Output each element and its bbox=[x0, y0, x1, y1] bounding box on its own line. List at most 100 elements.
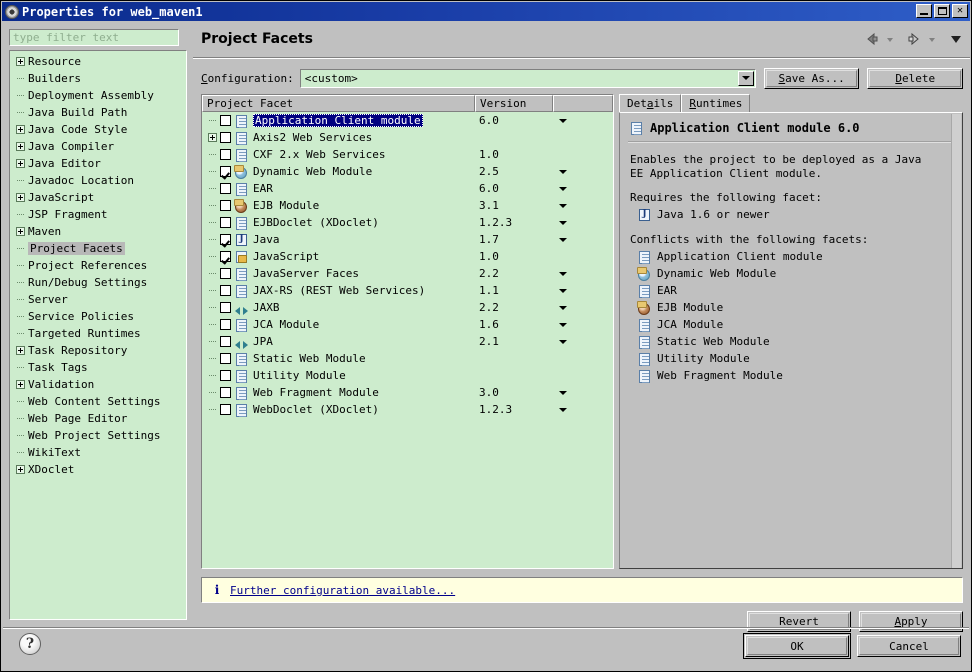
facet-version-cell[interactable]: 1.7 bbox=[475, 233, 553, 246]
sidebar-item-java-build-path[interactable]: Java Build Path bbox=[10, 104, 186, 121]
sidebar-item-java-code-style[interactable]: Java Code Style bbox=[10, 121, 186, 138]
expand-icon[interactable] bbox=[16, 125, 25, 134]
back-arrow-icon[interactable] bbox=[864, 31, 880, 47]
facet-version-cell[interactable]: 3.1 bbox=[475, 199, 553, 212]
facet-checkbox[interactable] bbox=[220, 404, 231, 415]
table-row[interactable]: JAX-RS (REST Web Services) 1.1 bbox=[202, 282, 613, 299]
help-button[interactable]: ? bbox=[19, 633, 41, 655]
facet-checkbox[interactable] bbox=[220, 251, 231, 262]
facet-version-menu-cell[interactable] bbox=[553, 118, 593, 123]
table-row[interactable]: JavaScript 1.0 bbox=[202, 248, 613, 265]
table-row[interactable]: EJBDoclet (XDoclet) 1.2.3 bbox=[202, 214, 613, 231]
close-button[interactable]: ✕ bbox=[952, 4, 968, 18]
facet-version-menu-cell[interactable] bbox=[553, 407, 593, 412]
facet-checkbox[interactable] bbox=[220, 132, 231, 143]
table-row[interactable]: CXF 2.x Web Services 1.0 bbox=[202, 146, 613, 163]
table-row[interactable]: Application Client module 6.0 bbox=[202, 112, 613, 129]
facet-checkbox[interactable] bbox=[220, 285, 231, 296]
facet-version-cell[interactable]: 6.0 bbox=[475, 114, 553, 127]
sidebar-item-wikitext[interactable]: WikiText bbox=[10, 444, 186, 461]
sidebar-item-java-compiler[interactable]: Java Compiler bbox=[10, 138, 186, 155]
expand-icon[interactable] bbox=[16, 465, 25, 474]
facet-version-cell[interactable]: 1.0 bbox=[475, 148, 553, 161]
cancel-button[interactable]: Cancel bbox=[857, 635, 961, 657]
sidebar-item-resource[interactable]: Resource bbox=[10, 53, 186, 70]
facet-version-menu-cell[interactable] bbox=[553, 322, 593, 327]
facet-checkbox[interactable] bbox=[220, 370, 231, 381]
sidebar-item-javadoc-location[interactable]: Javadoc Location bbox=[10, 172, 186, 189]
chevron-down-icon[interactable] bbox=[559, 288, 567, 293]
facet-checkbox[interactable] bbox=[220, 387, 231, 398]
chevron-down-icon[interactable] bbox=[559, 339, 567, 344]
facet-checkbox[interactable] bbox=[220, 166, 231, 177]
facet-version-cell[interactable]: 1.0 bbox=[475, 250, 553, 263]
sidebar-item-java-editor[interactable]: Java Editor bbox=[10, 155, 186, 172]
table-row[interactable]: EJB Module 3.1 bbox=[202, 197, 613, 214]
expand-icon[interactable] bbox=[16, 227, 25, 236]
facet-checkbox[interactable] bbox=[220, 183, 231, 194]
expand-icon[interactable] bbox=[16, 159, 25, 168]
expand-icon[interactable] bbox=[16, 346, 25, 355]
expand-icon[interactable] bbox=[208, 133, 217, 142]
filter-input[interactable]: type filter text bbox=[9, 29, 179, 46]
table-row[interactable]: WebDoclet (XDoclet) 1.2.3 bbox=[202, 401, 613, 418]
facet-checkbox[interactable] bbox=[220, 149, 231, 160]
sidebar-item-project-references[interactable]: Project References bbox=[10, 257, 186, 274]
chevron-down-icon[interactable] bbox=[559, 169, 567, 174]
sidebar-item-jsp-fragment[interactable]: JSP Fragment bbox=[10, 206, 186, 223]
column-header-blank[interactable] bbox=[553, 95, 613, 112]
delete-button[interactable]: Delete bbox=[867, 67, 963, 89]
chevron-down-icon[interactable] bbox=[559, 237, 567, 242]
further-configuration-link[interactable]: Further configuration available... bbox=[230, 584, 455, 597]
column-header-project-facet[interactable]: Project Facet bbox=[202, 95, 475, 112]
facet-checkbox[interactable] bbox=[220, 336, 231, 347]
sidebar-item-service-policies[interactable]: Service Policies bbox=[10, 308, 186, 325]
facet-checkbox[interactable] bbox=[220, 115, 231, 126]
chevron-down-icon[interactable] bbox=[559, 220, 567, 225]
expand-icon[interactable] bbox=[16, 380, 25, 389]
sidebar-item-run-debug-settings[interactable]: Run/Debug Settings bbox=[10, 274, 186, 291]
facet-version-menu-cell[interactable] bbox=[553, 237, 593, 242]
back-menu-chevron-down-icon[interactable] bbox=[885, 31, 901, 47]
sidebar-item-server[interactable]: Server bbox=[10, 291, 186, 308]
facet-checkbox[interactable] bbox=[220, 200, 231, 211]
view-menu-triangle-icon[interactable] bbox=[948, 31, 964, 47]
tab-details[interactable]: Details bbox=[619, 94, 682, 112]
chevron-down-icon[interactable] bbox=[559, 118, 567, 123]
table-row[interactable]: JCA Module 1.6 bbox=[202, 316, 613, 333]
sidebar-item-deployment-assembly[interactable]: Deployment Assembly bbox=[10, 87, 186, 104]
details-scrollbar[interactable] bbox=[951, 114, 961, 568]
table-row[interactable]: Static Web Module bbox=[202, 350, 613, 367]
save-as-button[interactable]: Save As... bbox=[763, 67, 860, 89]
facet-version-cell[interactable]: 2.5 bbox=[475, 165, 553, 178]
sidebar-item-validation[interactable]: Validation bbox=[10, 376, 186, 393]
facet-version-menu-cell[interactable] bbox=[553, 169, 593, 174]
chevron-down-icon[interactable] bbox=[559, 271, 567, 276]
column-header-version[interactable]: Version bbox=[475, 95, 553, 112]
sidebar-item-maven[interactable]: Maven bbox=[10, 223, 186, 240]
sidebar-item-xdoclet[interactable]: XDoclet bbox=[10, 461, 186, 478]
chevron-down-icon[interactable] bbox=[559, 322, 567, 327]
minimize-button[interactable] bbox=[916, 4, 932, 18]
sidebar-item-web-project-settings[interactable]: Web Project Settings bbox=[10, 427, 186, 444]
facet-checkbox[interactable] bbox=[220, 319, 231, 330]
facet-table[interactable]: Project Facet Version Application Client… bbox=[201, 94, 614, 569]
facet-version-cell[interactable]: 2.2 bbox=[475, 267, 553, 280]
facet-version-cell[interactable]: 1.1 bbox=[475, 284, 553, 297]
facet-version-menu-cell[interactable] bbox=[553, 220, 593, 225]
table-row[interactable]: Utility Module bbox=[202, 367, 613, 384]
facet-checkbox[interactable] bbox=[220, 353, 231, 364]
ok-button[interactable]: OK bbox=[743, 633, 851, 659]
facet-version-menu-cell[interactable] bbox=[553, 271, 593, 276]
facet-version-menu-cell[interactable] bbox=[553, 339, 593, 344]
chevron-down-icon[interactable] bbox=[559, 390, 567, 395]
chevron-down-icon[interactable] bbox=[559, 203, 567, 208]
facet-checkbox[interactable] bbox=[220, 217, 231, 228]
sidebar-item-web-content-settings[interactable]: Web Content Settings bbox=[10, 393, 186, 410]
table-row[interactable]: JPA 2.1 bbox=[202, 333, 613, 350]
facet-version-cell[interactable]: 1.2.3 bbox=[475, 403, 553, 416]
facet-version-menu-cell[interactable] bbox=[553, 186, 593, 191]
facet-version-cell[interactable]: 6.0 bbox=[475, 182, 553, 195]
table-row[interactable]: Dynamic Web Module 2.5 bbox=[202, 163, 613, 180]
forward-arrow-icon[interactable] bbox=[906, 31, 922, 47]
